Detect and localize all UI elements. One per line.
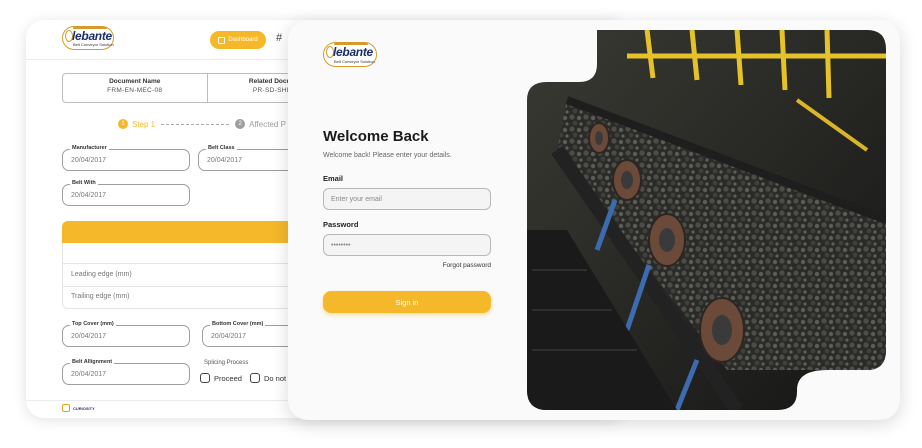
manufacturer-value: 20/04/2017 <box>71 157 107 164</box>
leading-edge-row[interactable]: Leading edge (mm) <box>71 271 132 278</box>
logo-text: lebante <box>72 29 112 43</box>
top-cover-value: 20/04/2017 <box>71 333 107 340</box>
photo-content <box>527 30 886 410</box>
proceed-label[interactable]: Proceed <box>214 374 242 383</box>
do-not-label[interactable]: Do not <box>264 374 286 383</box>
step-2-dot[interactable]: 2 <box>235 119 246 129</box>
document-name-header: Document Name <box>109 78 161 85</box>
trailing-edge-row[interactable]: Trailing edge (mm) <box>71 293 129 300</box>
belt-with-field[interactable]: Belt With 20/04/2017 <box>62 180 190 206</box>
email-field[interactable]: Enter your email <box>323 188 491 210</box>
bottom-cover-label: Bottom Cover (mm) <box>210 321 266 327</box>
brand-logo[interactable]: lebante Belt Conveyor Solution <box>62 26 114 50</box>
belt-with-value: 20/04/2017 <box>71 192 107 199</box>
step-1-dot[interactable]: 1 <box>118 119 128 129</box>
belt-class-label: Belt Class <box>206 145 237 151</box>
belt-class-value: 20/04/2017 <box>207 157 243 164</box>
document-name-cell: Document Name FRM-EN-MEC-08 <box>63 74 207 102</box>
step-2-label[interactable]: Affected P <box>249 120 286 129</box>
belt-allignment-label: Belt Allignment <box>70 359 115 365</box>
dashboard-grid-icon <box>218 36 226 44</box>
logo-tagline: Belt Conveyor Solution <box>334 59 375 64</box>
password-field[interactable]: •••••••• <box>323 234 491 256</box>
password-label: Password <box>323 220 359 229</box>
hash-icon[interactable]: # <box>276 32 282 44</box>
login-subtitle: Welcome back! Please enter your details. <box>323 152 452 159</box>
belt-with-label: Belt With <box>70 180 98 186</box>
curiosity-icon <box>62 404 70 412</box>
step-1-label[interactable]: Step 1 <box>132 120 155 129</box>
proceed-checkbox[interactable] <box>200 373 210 383</box>
document-name-value: FRM-EN-MEC-08 <box>107 87 163 94</box>
top-cover-field[interactable]: Top Cover (mm) 20/04/2017 <box>62 321 190 347</box>
login-card: lebante Belt Conveyor Solution Welcome B… <box>288 20 900 420</box>
belt-allignment-field[interactable]: Belt Allignment 20/04/2017 <box>62 359 190 385</box>
forgot-password-link[interactable]: Forgot password <box>428 262 491 269</box>
manufacturer-field[interactable]: Manufacturer 20/04/2017 <box>62 145 190 171</box>
do-not-checkbox[interactable] <box>250 373 260 383</box>
splicing-process-label: Splicing Process <box>204 360 249 366</box>
email-label: Email <box>323 174 344 183</box>
login-title: Welcome Back <box>323 128 429 145</box>
top-cover-label: Top Cover (mm) <box>70 321 116 327</box>
conveyor-photo <box>527 30 886 410</box>
login-brand-logo: lebante Belt Conveyor Solution <box>323 42 377 67</box>
manufacturer-label: Manufacturer <box>70 145 109 151</box>
step-connector <box>161 123 230 125</box>
bottom-cover-value: 20/04/2017 <box>211 333 247 340</box>
curiosity-logo: CURIOSITY <box>62 404 95 412</box>
dashboard-button[interactable]: Dashboard <box>210 31 266 49</box>
logo-text: lebante <box>333 45 373 59</box>
logo-tagline: Belt Conveyor Solution <box>73 42 114 47</box>
belt-allignment-value: 20/04/2017 <box>71 371 107 378</box>
sign-in-button[interactable]: Sign in <box>323 291 491 313</box>
dashboard-button-label: Dashboard <box>228 37 258 43</box>
stage: lebante Belt Conveyor Solution Dashboard… <box>0 0 922 448</box>
curiosity-text: CURIOSITY <box>73 405 95 411</box>
